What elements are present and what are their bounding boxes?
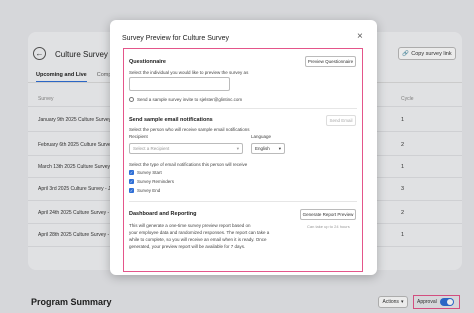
recipient-select[interactable]: Select a Recipient ▾: [129, 143, 243, 154]
survey-start-label: Survey Start: [137, 170, 162, 175]
language-select[interactable]: English ▾: [251, 143, 285, 154]
section-divider: [129, 108, 357, 109]
recipient-placeholder: Select a Recipient: [133, 146, 170, 151]
chevron-down-icon: ▾: [236, 145, 239, 151]
preview-options-panel: Questionnaire Preview Questionnaire Sele…: [123, 48, 363, 272]
chevron-down-icon: ▾: [278, 145, 281, 151]
modal-title: Survey Preview for Culture Survey: [122, 35, 229, 42]
sample-invite-label: Send a sample survey invite to sjelster@…: [137, 97, 243, 102]
section-divider: [129, 201, 357, 202]
reporting-description-line: This will generate a one-time survey pre…: [129, 223, 251, 228]
notification-types-instruction: Select the type of email notifications t…: [129, 162, 248, 167]
survey-preview-modal: Survey Preview for Culture Survey × Ques…: [110, 20, 377, 275]
reporting-description-line: while to complete, so you will receive a…: [129, 237, 267, 242]
survey-start-checkbox[interactable]: ✓: [129, 170, 134, 175]
questionnaire-instruction: Select the individual you would like to …: [129, 70, 249, 75]
generate-report-preview-button[interactable]: Generate Report Preview: [300, 209, 356, 220]
send-email-button[interactable]: Send Email: [326, 115, 356, 126]
recipient-label: Recipient: [129, 134, 148, 139]
reporting-description-line: generated, your preview report will be a…: [129, 244, 246, 249]
report-time-note: Can take up to 24 hours: [307, 224, 350, 229]
survey-reminders-checkbox[interactable]: ✓: [129, 179, 134, 184]
notifications-heading: Send sample email notifications: [129, 117, 213, 123]
language-label: Language: [251, 134, 272, 139]
sample-invite-radio[interactable]: [129, 97, 134, 102]
preview-questionnaire-button[interactable]: Preview Questionnaire: [305, 56, 356, 67]
language-value: English: [255, 146, 270, 151]
survey-reminders-label: Survey Reminders: [137, 179, 175, 184]
survey-end-checkbox[interactable]: ✓: [129, 188, 134, 193]
reporting-description-line: your employee data and randomized respon…: [129, 230, 270, 235]
close-icon[interactable]: ×: [357, 32, 363, 42]
notifications-instruction: Select the person who will receive sampl…: [129, 127, 250, 132]
survey-end-label: Survey End: [137, 188, 161, 193]
preview-individual-input[interactable]: [129, 77, 230, 91]
questionnaire-heading: Questionnaire: [129, 59, 166, 65]
reporting-heading: Dashboard and Reporting: [129, 211, 197, 217]
